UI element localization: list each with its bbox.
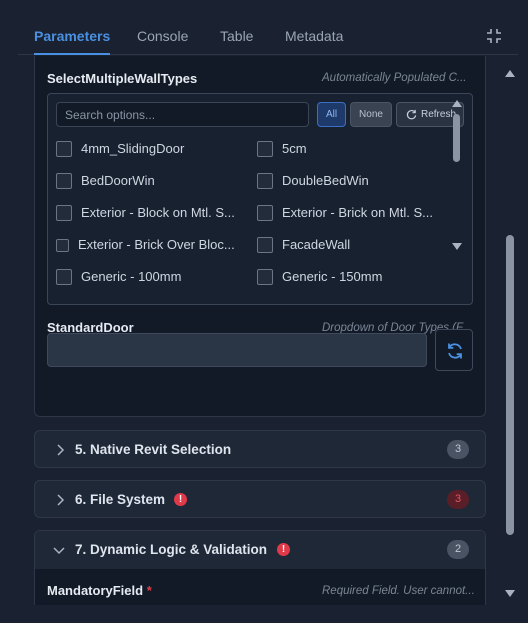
checkbox[interactable] — [56, 269, 72, 285]
option-label: DoubleBedWin — [282, 173, 369, 188]
refresh-door-types-button[interactable] — [435, 329, 473, 371]
mandatory-field-hint: Required Field. User cannot... — [322, 585, 475, 597]
warning-icon: ! — [277, 543, 290, 556]
option-label: FacadeWall — [282, 237, 351, 252]
select-none-button[interactable]: None — [350, 102, 392, 127]
count-badge: 2 — [447, 540, 469, 559]
checkbox[interactable] — [56, 141, 72, 157]
scrollbar-thumb[interactable] — [453, 114, 460, 162]
option-item[interactable]: Exterior - Block on Mtl. S... — [56, 203, 248, 223]
tab-parameters[interactable]: Parameters — [34, 18, 111, 55]
option-label: Exterior - Brick Over Bloc... — [78, 237, 235, 252]
tab-metadata[interactable]: Metadata — [285, 18, 343, 54]
checkbox[interactable] — [56, 205, 72, 221]
count-badge: 3 — [447, 440, 469, 459]
option-label: Exterior - Block on Mtl. S... — [81, 205, 235, 220]
chevron-right-icon — [57, 494, 65, 506]
chevron-down-icon — [53, 547, 65, 555]
scrollbar-thumb[interactable] — [506, 235, 514, 535]
refresh-icon — [448, 343, 462, 359]
wall-types-label: SelectMultipleWallTypes — [47, 71, 198, 86]
option-label: 5cm — [282, 141, 307, 156]
mandatory-field-label: MandatoryField * — [47, 583, 152, 598]
checkbox[interactable] — [257, 173, 273, 189]
chevron-right-icon — [57, 444, 65, 456]
collapse-icon[interactable] — [484, 26, 504, 46]
option-item[interactable]: Exterior - Brick on Mtl. S... — [257, 203, 449, 223]
parameters-panel: SelectMultipleWallTypes Automatically Po… — [18, 56, 518, 605]
option-label: BedDoorWin — [81, 173, 155, 188]
scroll-down-icon[interactable] — [452, 243, 462, 250]
options-scrollbar[interactable] — [451, 100, 463, 250]
option-label: Generic - 100mm — [81, 269, 182, 284]
section-header[interactable]: 7. Dynamic Logic & Validation ! 2 — [35, 531, 485, 569]
scroll-down-icon[interactable] — [505, 590, 515, 597]
panel-scrollbar[interactable] — [504, 70, 516, 600]
section-native-revit-selection[interactable]: 5. Native Revit Selection 3 — [34, 430, 486, 468]
tab-table[interactable]: Table — [220, 18, 253, 54]
checkbox[interactable] — [257, 237, 273, 253]
option-item[interactable]: DoubleBedWin — [257, 171, 449, 191]
section-title: 7. Dynamic Logic & Validation — [75, 542, 268, 557]
select-all-button[interactable]: All — [317, 102, 346, 127]
option-label: Generic - 150mm — [282, 269, 383, 284]
tab-bar: Parameters Console Table Metadata — [18, 18, 518, 55]
checkbox[interactable] — [257, 205, 273, 221]
option-item[interactable]: 4mm_SlidingDoor — [56, 139, 248, 159]
option-item[interactable]: FacadeWall — [257, 235, 449, 255]
section-file-system[interactable]: 6. File System ! 3 — [34, 480, 486, 518]
option-label: 4mm_SlidingDoor — [81, 141, 185, 156]
count-badge: 3 — [447, 490, 469, 509]
checkbox[interactable] — [56, 239, 69, 252]
checkbox[interactable] — [257, 141, 273, 157]
multi-select-box: All None Refresh 4mm_SlidingDoor 5cm Bed… — [47, 93, 473, 305]
option-item[interactable]: BedDoorWin — [56, 171, 248, 191]
option-item[interactable]: Generic - 100mm — [56, 267, 248, 287]
scroll-up-icon[interactable] — [452, 100, 462, 107]
standard-door-dropdown[interactable] — [47, 333, 427, 367]
refresh-icon — [406, 109, 417, 120]
option-item[interactable]: Generic - 150mm — [257, 267, 449, 287]
wall-types-hint: Automatically Populated C... — [322, 72, 467, 84]
tab-console[interactable]: Console — [137, 18, 188, 54]
section-title: 6. File System — [75, 492, 166, 507]
checkbox[interactable] — [56, 173, 72, 189]
section-dynamic-logic: 7. Dynamic Logic & Validation ! 2 Mandat… — [34, 530, 486, 605]
checkbox[interactable] — [257, 269, 273, 285]
search-options-input[interactable] — [56, 102, 309, 127]
option-item[interactable]: Exterior - Brick Over Bloc... — [56, 235, 248, 255]
mandatory-field-name: MandatoryField — [47, 583, 144, 598]
warning-icon: ! — [174, 493, 187, 506]
option-item[interactable]: 5cm — [257, 139, 449, 159]
scroll-up-icon[interactable] — [505, 70, 515, 77]
option-label: Exterior - Brick on Mtl. S... — [282, 205, 433, 220]
parameter-group-card: SelectMultipleWallTypes Automatically Po… — [34, 56, 486, 417]
section-title: 5. Native Revit Selection — [75, 442, 232, 457]
required-star: * — [146, 583, 152, 598]
